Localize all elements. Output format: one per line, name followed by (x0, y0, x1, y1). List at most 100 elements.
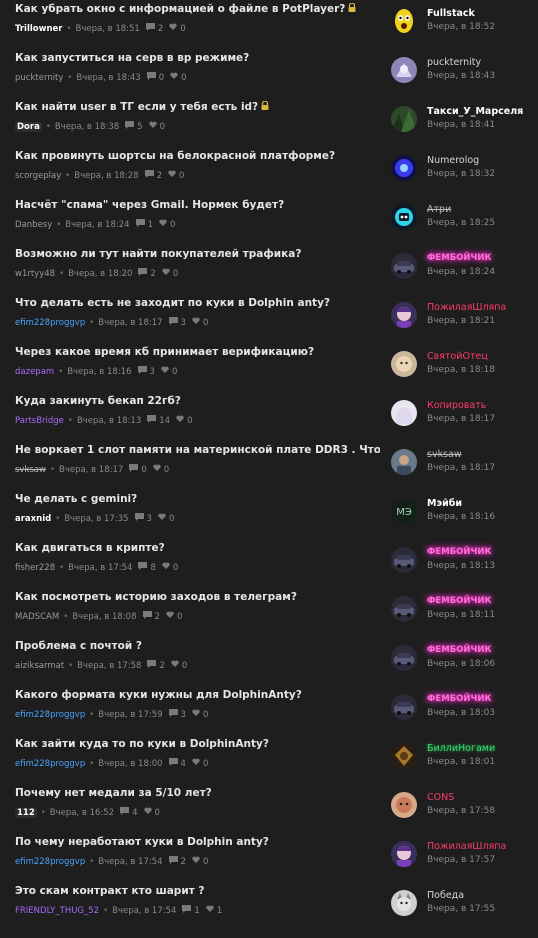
last-poster-avatar[interactable] (391, 792, 417, 818)
thread-row[interactable]: Че делать с gemini? araxnid • Вчера, в 17:3… (0, 493, 538, 542)
last-post-time[interactable]: Вчера, в 18:32 (427, 169, 495, 179)
last-poster-name[interactable]: Numerolog (427, 155, 479, 166)
thread-date[interactable]: Вчера, в 16:52 (50, 808, 114, 818)
last-poster-avatar[interactable] (391, 890, 417, 916)
last-poster-name[interactable]: ФЕМБОЙЧИК (427, 694, 491, 704)
thread-date[interactable]: Вчера, в 17:54 (68, 563, 132, 573)
thread-title[interactable]: Как посмотреть историю заходов в телегра… (15, 591, 380, 603)
last-post-time[interactable]: Вчера, в 18:16 (427, 512, 495, 522)
thread-row[interactable]: Это скам контракт кто шарит ? FRIENDLY_TH… (0, 885, 538, 934)
last-post-time[interactable]: Вчера, в 18:25 (427, 218, 495, 228)
last-post-time[interactable]: Вчера, в 18:13 (427, 561, 495, 571)
last-poster-avatar[interactable] (391, 449, 417, 475)
thread-date[interactable]: Вчера, в 18:13 (77, 416, 141, 426)
last-post-time[interactable]: Вчера, в 18:11 (427, 610, 495, 620)
thread-date[interactable]: Вчера, в 18:17 (98, 318, 162, 328)
thread-title[interactable]: Как запуститься на серв в вр режиме? (15, 52, 380, 64)
last-poster-avatar[interactable] (391, 400, 417, 426)
thread-author[interactable]: fisher228 (15, 563, 55, 573)
thread-author[interactable]: puckternity (15, 73, 63, 83)
thread-date[interactable]: Вчера, в 17:54 (112, 906, 176, 916)
last-poster-name[interactable]: Такси_У_Марселя (427, 106, 523, 117)
thread-date[interactable]: Вчера, в 17:35 (64, 514, 128, 524)
thread-date[interactable]: Вчера, в 18:08 (72, 612, 136, 622)
thread-title[interactable]: Как двигаться в крипте? (15, 542, 380, 554)
thread-author[interactable]: Trillowner (15, 24, 63, 34)
last-poster-name[interactable]: ФЕМБОЙЧИК (427, 645, 491, 655)
last-post-time[interactable]: Вчера, в 18:21 (427, 316, 495, 326)
thread-date[interactable]: Вчера, в 18:20 (68, 269, 132, 279)
thread-row[interactable]: Какого формата куки нужны для DolphinAnt… (0, 689, 538, 738)
thread-title[interactable]: По чему неработают куки в Dolphin anty? (15, 836, 380, 848)
last-poster-name[interactable]: ПожилаяШляпа (427, 302, 506, 313)
thread-author[interactable]: FRIENDLY_THUG_52 (15, 906, 99, 916)
last-poster-avatar[interactable] (391, 204, 417, 230)
last-post-time[interactable]: Вчера, в 18:43 (427, 71, 495, 81)
thread-date[interactable]: Вчера, в 18:17 (59, 465, 123, 475)
last-poster-avatar[interactable] (391, 694, 417, 720)
thread-author[interactable]: Dora (15, 121, 42, 132)
thread-title[interactable]: Это скам контракт кто шарит ? (15, 885, 380, 897)
thread-row[interactable]: Как провинуть шортсы на белокрасной плат… (0, 150, 538, 199)
thread-row[interactable]: Как посмотреть историю заходов в телегра… (0, 591, 538, 640)
last-poster-avatar[interactable]: МЭ (391, 498, 417, 524)
thread-date[interactable]: Вчера, в 18:38 (55, 122, 119, 132)
thread-author[interactable]: MADSCAM (15, 612, 59, 622)
thread-date[interactable]: Вчера, в 18:43 (76, 73, 140, 83)
last-poster-avatar[interactable] (391, 743, 417, 769)
last-post-time[interactable]: Вчера, в 17:57 (427, 855, 495, 865)
last-poster-name[interactable]: Мэйби (427, 498, 462, 509)
thread-row[interactable]: Возможно ли тут найти покупателей трафик… (0, 248, 538, 297)
thread-title[interactable]: Куда закинуть бекап 22гб? (15, 395, 380, 407)
thread-title[interactable]: Какого формата куки нужны для DolphinAnt… (15, 689, 380, 701)
thread-author[interactable]: efim228proggvp (15, 710, 85, 720)
thread-date[interactable]: Вчера, в 18:28 (74, 171, 138, 181)
last-poster-avatar[interactable] (391, 841, 417, 867)
last-poster-name[interactable]: CONS (427, 792, 454, 803)
thread-title[interactable]: Возможно ли тут найти покупателей трафик… (15, 248, 380, 260)
thread-title[interactable]: Как найти user в ТГ если у тебя есть id? (15, 101, 380, 113)
thread-author[interactable]: efim228proggvp (15, 318, 85, 328)
thread-row[interactable]: Как двигаться в крипте? fisher228 • Вчера, … (0, 542, 538, 591)
thread-row[interactable]: Куда закинуть бекап 22гб? PartsBridge • Вче… (0, 395, 538, 444)
thread-author[interactable]: w1rtyy48 (15, 269, 55, 279)
thread-author[interactable]: Danbesy (15, 220, 52, 230)
last-poster-avatar[interactable] (391, 645, 417, 671)
last-poster-name[interactable]: Победа (427, 890, 464, 901)
last-poster-avatar[interactable] (391, 253, 417, 279)
last-post-time[interactable]: Вчера, в 18:24 (427, 267, 495, 277)
last-poster-name[interactable]: Атри (427, 204, 451, 215)
thread-title[interactable]: Насчёт "спама" через Gmail. Нормек будет… (15, 199, 380, 211)
thread-title[interactable]: Не воркает 1 слот памяти на материнской … (15, 444, 380, 456)
thread-date[interactable]: Вчера, в 18:16 (67, 367, 131, 377)
thread-date[interactable]: Вчера, в 18:51 (76, 24, 140, 34)
last-poster-name[interactable]: ФЕМБОЙЧИК (427, 547, 491, 557)
thread-author[interactable]: scorgeplay (15, 171, 61, 181)
thread-row[interactable]: Насчёт "спама" через Gmail. Нормек будет… (0, 199, 538, 248)
thread-row[interactable]: Как убрать окно с информацией о файле в … (0, 3, 538, 52)
last-post-time[interactable]: Вчера, в 17:55 (427, 904, 495, 914)
thread-row[interactable]: Не воркает 1 слот памяти на материнской … (0, 444, 538, 493)
thread-title[interactable]: Почему нет медали за 5/10 лет? (15, 787, 380, 799)
last-poster-avatar[interactable] (391, 596, 417, 622)
last-poster-name[interactable]: Копировать (427, 400, 486, 411)
last-poster-name[interactable]: ПожилаяШляпа (427, 841, 506, 852)
last-post-time[interactable]: Вчера, в 18:17 (427, 463, 495, 473)
thread-row[interactable]: Через какое время кб принимает верификац… (0, 346, 538, 395)
thread-date[interactable]: Вчера, в 17:58 (77, 661, 141, 671)
thread-title[interactable]: Как провинуть шортсы на белокрасной плат… (15, 150, 380, 162)
thread-author[interactable]: efim228proggvp (15, 759, 85, 769)
last-post-time[interactable]: Вчера, в 18:01 (427, 757, 495, 767)
last-poster-name[interactable]: ФЕМБОЙЧИК (427, 253, 491, 263)
thread-author[interactable]: araxnid (15, 514, 51, 524)
last-post-time[interactable]: Вчера, в 18:06 (427, 659, 495, 669)
thread-row[interactable]: Как запуститься на серв в вр режиме? puck… (0, 52, 538, 101)
thread-row[interactable]: Проблема с почтой ? aiziksarmat • Вчера, в … (0, 640, 538, 689)
last-post-time[interactable]: Вчера, в 18:17 (427, 414, 495, 424)
last-post-time[interactable]: Вчера, в 17:58 (427, 806, 495, 816)
thread-date[interactable]: Вчера, в 17:59 (98, 710, 162, 720)
last-post-time[interactable]: Вчера, в 18:41 (427, 120, 495, 130)
last-post-time[interactable]: Вчера, в 18:52 (427, 22, 495, 32)
thread-date[interactable]: Вчера, в 17:54 (98, 857, 162, 867)
thread-row[interactable]: Как зайти куда то по куки в DolphinAnty?… (0, 738, 538, 787)
